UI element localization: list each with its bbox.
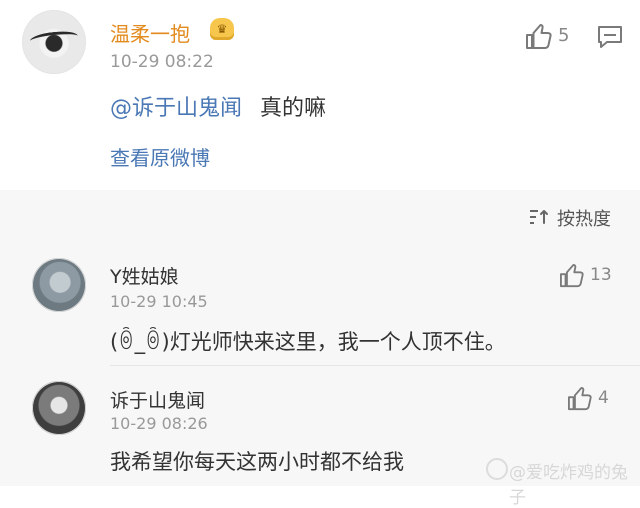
sort-by-hot-button[interactable]: 按热度	[557, 205, 611, 231]
comment-body: 真的嘛	[260, 96, 327, 121]
like-count: 5	[558, 25, 570, 46]
reply-username[interactable]: Y姓姑娘	[110, 262, 179, 289]
reply-timestamp: 10-29 08:26	[110, 414, 208, 433]
timestamp: 10-29 08:22	[110, 52, 214, 72]
thumbs-up-icon[interactable]	[558, 264, 586, 288]
sort-icon[interactable]	[527, 207, 551, 227]
thumbs-up-icon[interactable]	[566, 387, 594, 411]
reply-timestamp: 10-29 10:45	[110, 292, 208, 311]
mention-link[interactable]: @诉于山鬼闻	[110, 96, 242, 121]
weibo-icon	[486, 458, 508, 480]
watermark: @爱吃炸鸡的兔子	[509, 463, 628, 508]
reply-text: @诉于山鬼闻 真的嘛	[110, 90, 326, 122]
avatar[interactable]	[32, 381, 86, 435]
divider	[110, 365, 640, 366]
view-original-link[interactable]: 查看原微博	[110, 142, 210, 171]
reply-like-count: 4	[598, 388, 609, 408]
reply-text: 我希望你每天这两小时都不给我	[110, 450, 404, 474]
crown-icon: ♛	[210, 18, 234, 40]
reply-text: (ꉺ_ꉺ)灯光师快来这里，我一个人顶不住。	[110, 330, 506, 354]
reply-like-count: 13	[590, 265, 612, 285]
thumbs-up-icon[interactable]	[524, 24, 554, 50]
avatar[interactable]	[22, 10, 86, 74]
comment-icon[interactable]	[596, 24, 624, 50]
avatar[interactable]	[32, 258, 86, 312]
username[interactable]: 温柔一抱	[110, 18, 190, 47]
reply-username[interactable]: 诉于山鬼闻	[110, 386, 205, 413]
